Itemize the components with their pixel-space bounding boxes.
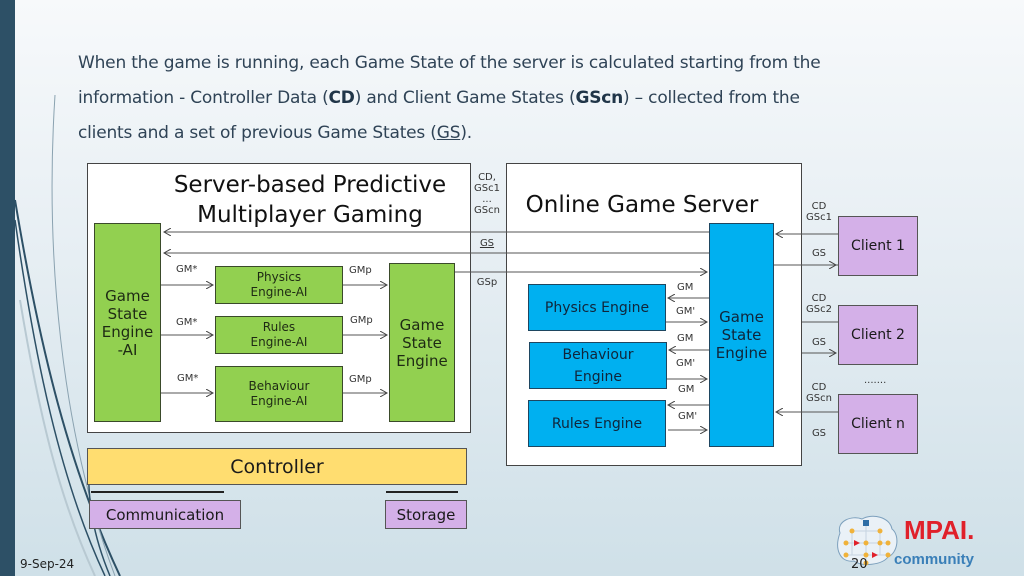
client-1-box[interactable]: Client 1 [838, 216, 918, 276]
label-gm-prime-1: GM' [676, 306, 696, 317]
label-gm-star-2: GM* [176, 317, 198, 328]
client-2-box[interactable]: Client 2 [838, 305, 918, 365]
intro-paragraph: When the game is running, each Game Stat… [78, 46, 978, 151]
client-2-cd-label: CD GSc2 [806, 293, 832, 315]
intro-line-1: When the game is running, each Game Stat… [78, 53, 821, 73]
intro-line-2: information - Controller Data (CD) and C… [78, 88, 800, 108]
label-gm-star-3: GM* [177, 373, 199, 384]
controller-box[interactable]: Controller [87, 448, 467, 485]
intro-line-3: clients and a set of previous Game State… [78, 123, 472, 143]
predictive-panel-title: Server-based Predictive Multiplayer Gami… [173, 172, 447, 228]
rules-engine-ai-box[interactable]: Rules Engine-AI [215, 316, 343, 354]
label-gmp-3: GMp [349, 374, 372, 385]
physics-engine-ai-box[interactable]: Physics Engine-AI [215, 266, 343, 304]
sidebar-accent-bar [0, 0, 15, 576]
label-gmp-1: GMp [349, 265, 372, 276]
physics-engine-box[interactable]: Physics Engine [528, 284, 666, 331]
label-gm-star-1: GM* [176, 264, 198, 275]
rules-engine-box[interactable]: Rules Engine [528, 400, 666, 447]
cd-term: CD [328, 88, 355, 108]
gscn-term: GScn [575, 88, 624, 108]
label-gm-1: GM [677, 282, 694, 293]
client-1-cd-label: CD GSc1 [806, 201, 832, 223]
storage-box[interactable]: Storage [385, 500, 467, 529]
client-n-box[interactable]: Client n [838, 394, 918, 454]
channel-label-gs: GS [479, 238, 495, 249]
label-gm-3: GM [678, 384, 695, 395]
client-n-cd-label: CD GScn [806, 382, 832, 404]
label-gm-2: GM [677, 333, 694, 344]
logo-community-text: community [894, 551, 975, 568]
communication-box[interactable]: Communication [89, 500, 241, 529]
server-panel-title: Online Game Server [525, 192, 759, 218]
channel-label-cd-gsc: CD, GSc1 ... GScn [474, 172, 500, 216]
label-gm-prime-2: GM' [676, 358, 696, 369]
client-n-gs-label: GS [811, 428, 827, 439]
behaviour-engine-box[interactable]: Behaviour Engine [529, 342, 667, 389]
game-state-engine-box-left[interactable]: Game State Engine [389, 263, 455, 422]
behaviour-engine-ai-box[interactable]: Behaviour Engine-AI [215, 366, 343, 422]
label-gmp-2: GMp [350, 315, 373, 326]
logo-mpai-text: MPAI. [904, 515, 975, 545]
channel-label-gsp: GSp [476, 277, 498, 288]
client-2-gs-label: GS [811, 337, 827, 348]
gs-term: GS [436, 123, 461, 143]
slide-date: 9-Sep-24 [20, 557, 75, 571]
label-gm-prime-3: GM' [678, 411, 698, 422]
clients-ellipsis: ....... [864, 375, 887, 386]
page-number: 20 [851, 557, 868, 572]
game-state-engine-ai-box[interactable]: Game State Engine -AI [94, 223, 161, 422]
client-1-gs-label: GS [811, 248, 827, 259]
game-state-engine-box-server[interactable]: Game State Engine [709, 223, 774, 447]
